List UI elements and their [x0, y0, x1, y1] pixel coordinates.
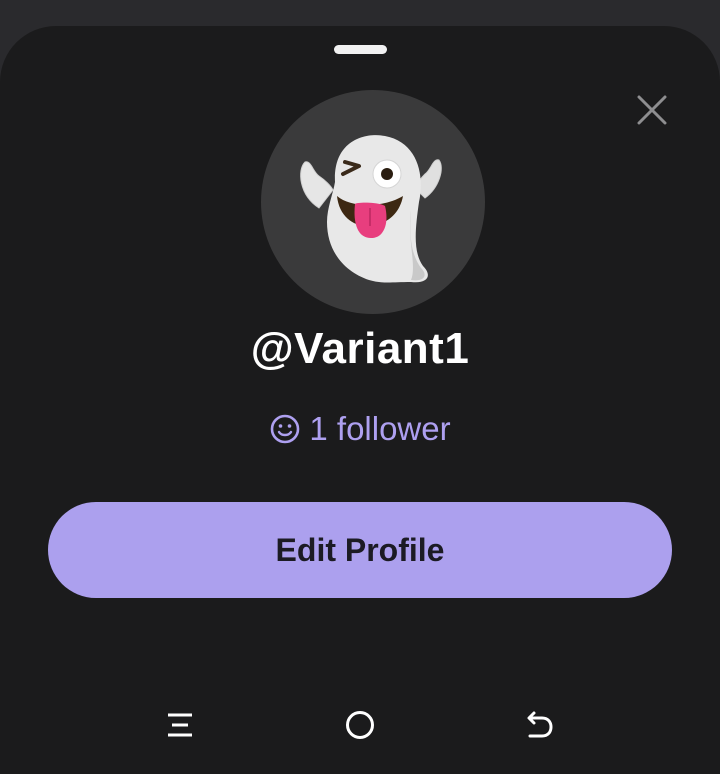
smiley-icon — [269, 413, 301, 445]
profile-bottom-sheet: @Variant1 1 follower Edit Profile — [0, 26, 720, 774]
followers-count[interactable]: 1 follower — [0, 410, 720, 448]
recents-icon — [168, 713, 192, 737]
followers-label: 1 follower — [309, 410, 451, 447]
drag-handle[interactable] — [334, 45, 387, 54]
username: @Variant1 — [250, 324, 470, 373]
system-navigation-bar — [0, 700, 720, 750]
avatar — [261, 90, 485, 314]
close-button[interactable] — [628, 88, 676, 132]
back-icon — [527, 711, 553, 738]
home-icon — [346, 711, 374, 739]
edit-profile-label: Edit Profile — [275, 531, 445, 568]
close-icon — [637, 95, 667, 125]
home-button[interactable] — [330, 700, 390, 750]
ghost-icon — [300, 135, 442, 283]
edit-profile-button[interactable]: Edit Profile — [48, 502, 672, 598]
back-button[interactable] — [510, 700, 570, 750]
recents-button[interactable] — [150, 700, 210, 750]
